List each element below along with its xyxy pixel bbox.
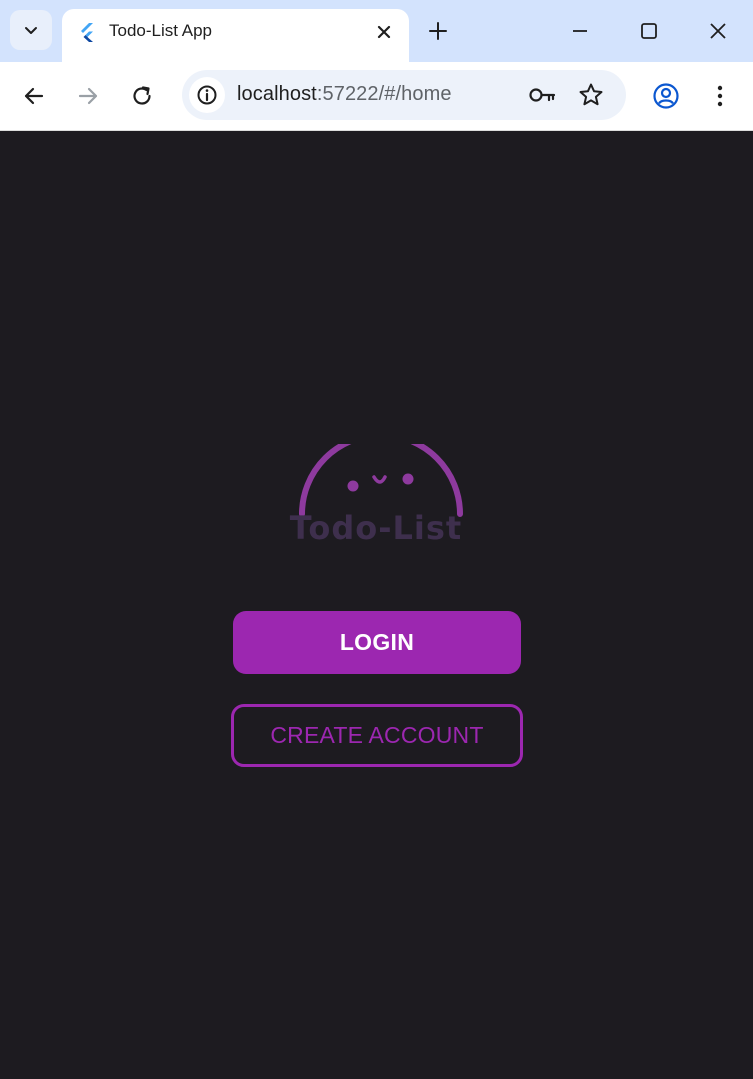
key-icon[interactable] (528, 83, 556, 107)
logo-eye-right (402, 473, 414, 485)
plus-icon[interactable] (427, 20, 449, 42)
more-vert-icon[interactable] (708, 82, 732, 110)
logo-arc (299, 444, 463, 517)
logo-mouth (372, 475, 387, 484)
active-tab[interactable]: Todo-List App (62, 9, 409, 62)
browser-toolbar: localhost:57222/#/home (0, 62, 753, 131)
url-path: :57222/#/home (316, 83, 452, 105)
reload-icon[interactable] (129, 83, 155, 109)
close-icon[interactable] (374, 22, 394, 42)
site-info-button[interactable] (189, 77, 225, 113)
address-bar[interactable]: localhost:57222/#/home (182, 70, 626, 120)
logo-eye-left (347, 480, 359, 492)
window-close-icon[interactable] (706, 19, 730, 43)
todo-list-logo: Todo-List (290, 444, 463, 544)
logo-text: Todo-List (290, 509, 462, 544)
minimize-icon[interactable] (568, 19, 592, 43)
flutter-icon (81, 23, 93, 42)
profile-icon[interactable] (652, 82, 680, 110)
chevron-down-icon (25, 27, 37, 34)
url-text: localhost:57222/#/home (237, 83, 452, 106)
info-icon (197, 85, 217, 105)
tab-strip: Todo-List App (0, 0, 753, 62)
forward-arrow-icon[interactable] (75, 83, 101, 109)
app-viewport: Todo-List LOGIN CREATE ACCOUNT (0, 131, 753, 1079)
create-account-button[interactable]: CREATE ACCOUNT (231, 704, 523, 767)
back-arrow-icon[interactable] (21, 83, 47, 109)
tab-title: Todo-List App (109, 21, 213, 40)
star-icon[interactable] (578, 82, 604, 108)
login-button[interactable]: LOGIN (233, 611, 521, 674)
maximize-icon[interactable] (637, 19, 661, 43)
tab-search-button[interactable] (10, 10, 52, 50)
url-host: localhost (237, 83, 317, 105)
